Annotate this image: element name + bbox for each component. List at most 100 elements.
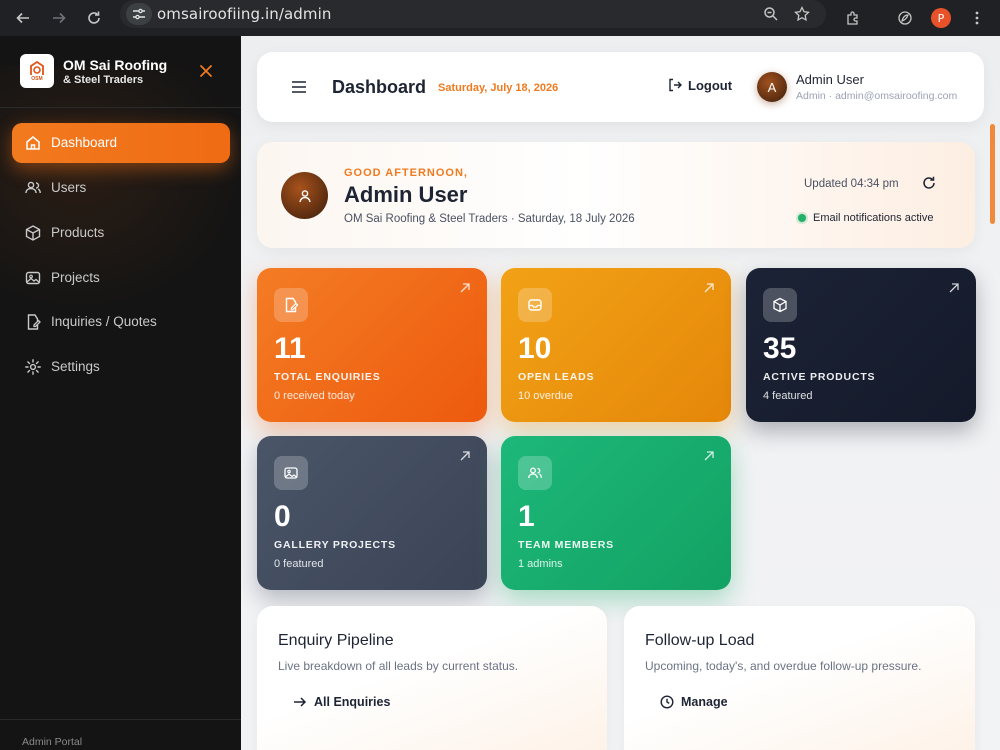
welcome-name: Admin User <box>344 182 468 207</box>
stat-label: TOTAL ENQUIRIES <box>274 371 381 383</box>
sidebar-item-label: Settings <box>51 359 100 374</box>
manage-button[interactable]: Manage <box>660 695 728 709</box>
sidebar-item-label: Users <box>51 180 87 195</box>
extensions-icon[interactable] <box>843 8 863 28</box>
refresh-icon[interactable] <box>921 175 937 191</box>
top-bar: Dashboard Saturday, July 18, 2026 Logout… <box>257 52 984 122</box>
stat-label: OPEN LEADS <box>518 371 595 383</box>
status-dot <box>798 214 806 222</box>
all-enquiries-button[interactable]: All Enquiries <box>293 695 390 709</box>
sidebar-item-label: Dashboard <box>51 135 118 150</box>
reload-icon[interactable] <box>84 8 104 28</box>
logout-button[interactable]: Logout <box>667 77 732 93</box>
sidebar-item-label: Inquiries / Quotes <box>51 314 157 329</box>
arrow-up-right-icon <box>704 283 714 293</box>
image-icon <box>25 271 41 285</box>
panel-title: Follow-up Load <box>645 632 755 649</box>
sidebar-item-label: Projects <box>51 270 100 285</box>
close-sidebar-icon[interactable] <box>197 62 215 80</box>
notification-label: Email notifications active <box>813 212 934 224</box>
stat-label: ACTIVE PRODUCTS <box>763 371 876 383</box>
stat-value: 35 <box>763 332 797 365</box>
stat-value: 1 <box>518 500 535 533</box>
stat-value: 10 <box>518 332 552 365</box>
stat-value: 0 <box>274 500 291 533</box>
image-icon <box>274 456 308 490</box>
brand-subtitle: & Steel Traders <box>63 74 144 86</box>
sidebar-item-dashboard[interactable]: Dashboard <box>12 123 230 163</box>
page-date: Saturday, July 18, 2026 <box>438 82 559 94</box>
logout-label: Logout <box>688 77 733 93</box>
action-label: Manage <box>681 695 728 709</box>
gear-icon <box>25 359 41 375</box>
stat-card-open-leads[interactable]: 10 OPEN LEADS 10 overdue <box>501 268 731 422</box>
page-title: Dashboard <box>332 77 427 97</box>
brand-logo: OSM <box>20 54 54 88</box>
stat-card-team-members[interactable]: 1 TEAM MEMBERS 1 admins <box>501 436 731 590</box>
stat-card-gallery-projects[interactable]: 0 GALLERY PROJECTS 0 featured <box>257 436 487 590</box>
sidebar-footer-label: Admin Portal <box>22 736 83 748</box>
greeting: GOOD AFTERNOON, <box>344 167 468 179</box>
stat-sub: 0 received today <box>274 390 355 402</box>
box-icon <box>25 225 41 241</box>
users-icon <box>25 181 41 194</box>
avatar[interactable]: A <box>757 72 787 102</box>
user-name: Admin User <box>796 72 864 87</box>
sidebar-item-label: Products <box>51 225 105 240</box>
stat-sub: 1 admins <box>518 558 563 570</box>
welcome-subtitle: OM Sai Roofing & Steel Traders · Saturda… <box>344 213 635 225</box>
file-edit-icon <box>27 314 41 330</box>
logout-icon <box>669 78 682 92</box>
sidebar-footer: Admin Portal <box>0 719 241 750</box>
arrow-right-icon <box>294 697 307 707</box>
file-edit-icon <box>274 288 308 322</box>
stat-sub: 0 featured <box>274 558 324 570</box>
browser-toolbar: omsairoofiing.in/admin P <box>0 0 1000 36</box>
panel-title: Enquiry Pipeline <box>278 632 394 649</box>
arrow-up-right-icon <box>704 451 714 461</box>
forward-icon[interactable] <box>49 8 69 28</box>
inbox-icon <box>518 288 552 322</box>
sidebar-item-projects[interactable]: Projects <box>12 258 230 298</box>
url-text[interactable]: omsairoofiing.in/admin <box>157 5 332 23</box>
arrow-up-right-icon <box>949 283 959 293</box>
profile-avatar[interactable]: P <box>931 8 951 28</box>
panel-description: Upcoming, today's, and overdue follow-up… <box>645 659 922 673</box>
more-menu-icon[interactable] <box>967 8 987 28</box>
follow-up-load-panel: Follow-up Load Upcoming, today's, and ov… <box>624 606 975 750</box>
bookmark-star-icon[interactable] <box>792 4 812 24</box>
home-icon <box>26 136 40 150</box>
stat-label: GALLERY PROJECTS <box>274 539 396 551</box>
clock-icon <box>660 695 674 709</box>
user-meta: Admin · admin@omsairoofing.com <box>796 90 958 102</box>
stat-label: TEAM MEMBERS <box>518 539 614 551</box>
arrow-up-right-icon <box>460 283 470 293</box>
stat-card-active-products[interactable]: 35 ACTIVE PRODUCTS 4 featured <box>746 268 976 422</box>
main-content: Dashboard Saturday, July 18, 2026 Logout… <box>241 36 1000 750</box>
panel-description: Live breakdown of all leads by current s… <box>278 659 519 673</box>
stat-sub: 10 overdue <box>518 390 574 402</box>
address-bar[interactable]: omsairoofiing.in/admin <box>120 0 826 28</box>
stat-sub: 4 featured <box>763 390 813 402</box>
extension-leaf-icon[interactable] <box>895 8 915 28</box>
stat-card-enquiries[interactable]: 11 TOTAL ENQUIRIES 0 received today <box>257 268 487 422</box>
sidebar-item-inquiries[interactable]: Inquiries / Quotes <box>12 302 230 342</box>
site-settings-icon[interactable] <box>126 3 152 25</box>
notification-status: Email notifications active <box>798 212 933 224</box>
brand-name: OM Sai Roofing <box>63 57 168 73</box>
updated-time: Updated 04:34 pm <box>804 178 899 190</box>
stat-value: 11 <box>274 332 306 365</box>
enquiry-pipeline-panel: Enquiry Pipeline Live breakdown of all l… <box>257 606 607 750</box>
box-icon <box>763 288 797 322</box>
scrollbar-thumb[interactable] <box>990 124 995 224</box>
arrow-up-right-icon <box>460 451 470 461</box>
sidebar-item-users[interactable]: Users <box>12 168 230 208</box>
welcome-card: GOOD AFTERNOON, Admin User OM Sai Roofin… <box>257 142 975 248</box>
back-icon[interactable] <box>13 8 33 28</box>
zoom-icon[interactable] <box>761 4 781 24</box>
sidebar-item-products[interactable]: Products <box>12 213 230 253</box>
hamburger-menu-icon[interactable] <box>291 80 307 94</box>
sidebar: OSM OM Sai Roofing & Steel Traders Dashb… <box>0 36 241 750</box>
sidebar-item-settings[interactable]: Settings <box>12 347 230 387</box>
users-icon <box>518 456 552 490</box>
